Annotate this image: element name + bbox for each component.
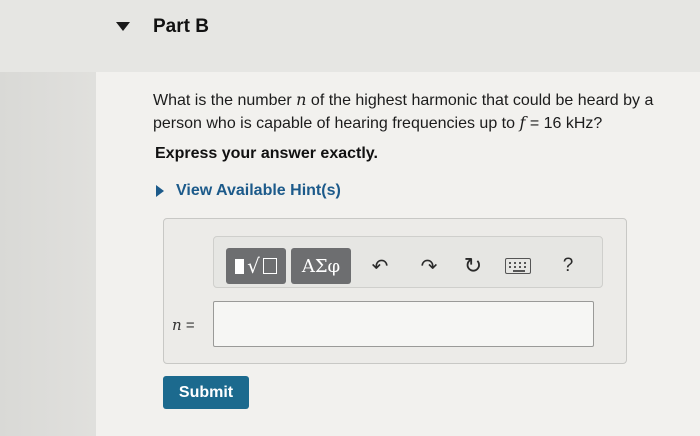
keyboard-icon [505,258,531,274]
view-hints-label: View Available Hint(s) [176,182,341,199]
reset-icon[interactable]: ↻ [458,250,488,282]
question-text-part-3: = 16 kHz? [525,115,603,132]
view-hints-link[interactable]: View Available Hint(s) [156,182,341,200]
templates-button[interactable]: √ [226,248,286,284]
variable-n: n [296,90,307,109]
help-button[interactable]: ? [553,250,583,282]
templates-square-icon [235,258,245,274]
redo-icon[interactable]: ↷ [414,250,444,282]
box-placeholder-icon [262,258,277,274]
part-title: Part B [153,16,209,37]
undo-icon[interactable]: ↶ [365,250,395,282]
keyboard-shortcuts-button[interactable] [503,250,533,282]
answer-variable-n: n [172,316,182,334]
answer-input[interactable] [213,301,594,347]
expand-caret-icon [156,185,164,197]
radical-icon: √ [247,254,260,278]
question-text: What is the number n of the highest harm… [153,89,693,135]
greek-symbols-button[interactable]: ΑΣφ [291,248,351,284]
submit-button[interactable]: Submit [163,376,249,409]
question-text-part-1: What is the number [153,92,297,109]
collapse-caret-icon[interactable] [116,22,130,31]
answer-instruction: Express your answer exactly. [155,145,378,162]
part-header[interactable] [0,0,700,72]
answer-variable-label: n = [172,316,195,334]
